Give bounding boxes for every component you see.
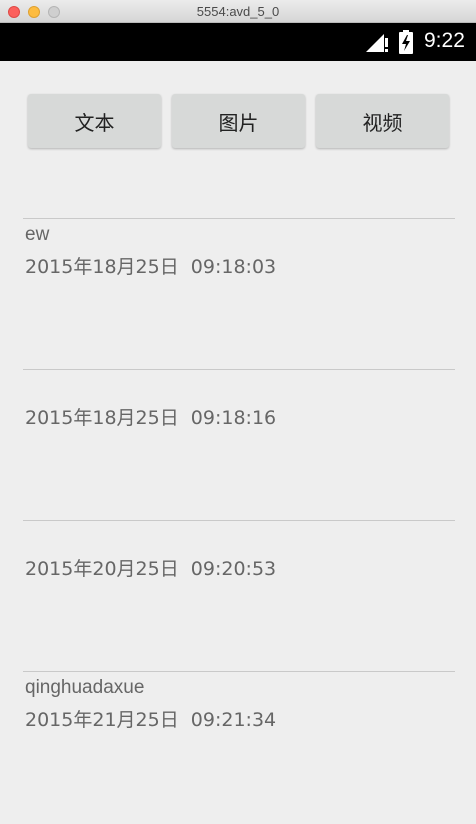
battery-charging-icon xyxy=(399,30,413,54)
list-item[interactable]: ew 2015年18月25日 09:18:03 xyxy=(23,218,455,369)
android-status-bar: 9:22 xyxy=(0,23,476,61)
text-button[interactable]: 文本 xyxy=(28,94,161,148)
list-item[interactable]: qinghuadaxue 2015年21月25日 09:21:34 xyxy=(23,671,455,822)
note-time: 2015年20月25日 09:20:53 xyxy=(25,558,277,580)
window-titlebar: 5554:avd_5_0 xyxy=(0,0,476,23)
note-time: 2015年18月25日 09:18:03 xyxy=(25,256,277,278)
list-item[interactable]: 2015年20月25日 09:20:53 xyxy=(23,520,455,671)
note-time: 2015年18月25日 09:18:16 xyxy=(25,407,277,429)
status-clock: 9:22 xyxy=(424,29,465,52)
note-time: 2015年21月25日 09:21:34 xyxy=(25,709,277,731)
video-button[interactable]: 视频 xyxy=(316,94,449,148)
signal-icon xyxy=(366,34,388,52)
note-title: ew xyxy=(25,224,50,245)
image-button[interactable]: 图片 xyxy=(172,94,305,148)
window-title: 5554:avd_5_0 xyxy=(196,4,280,19)
emulator-window: 5554:avd_5_0 9:22 文本 图片 视频 ew 2015年18月25… xyxy=(0,0,476,824)
notes-list: ew 2015年18月25日 09:18:03 2015年18月25日 09:1… xyxy=(23,218,455,822)
list-item[interactable]: 2015年18月25日 09:18:16 xyxy=(23,369,455,520)
note-title: qinghuadaxue xyxy=(25,677,145,698)
